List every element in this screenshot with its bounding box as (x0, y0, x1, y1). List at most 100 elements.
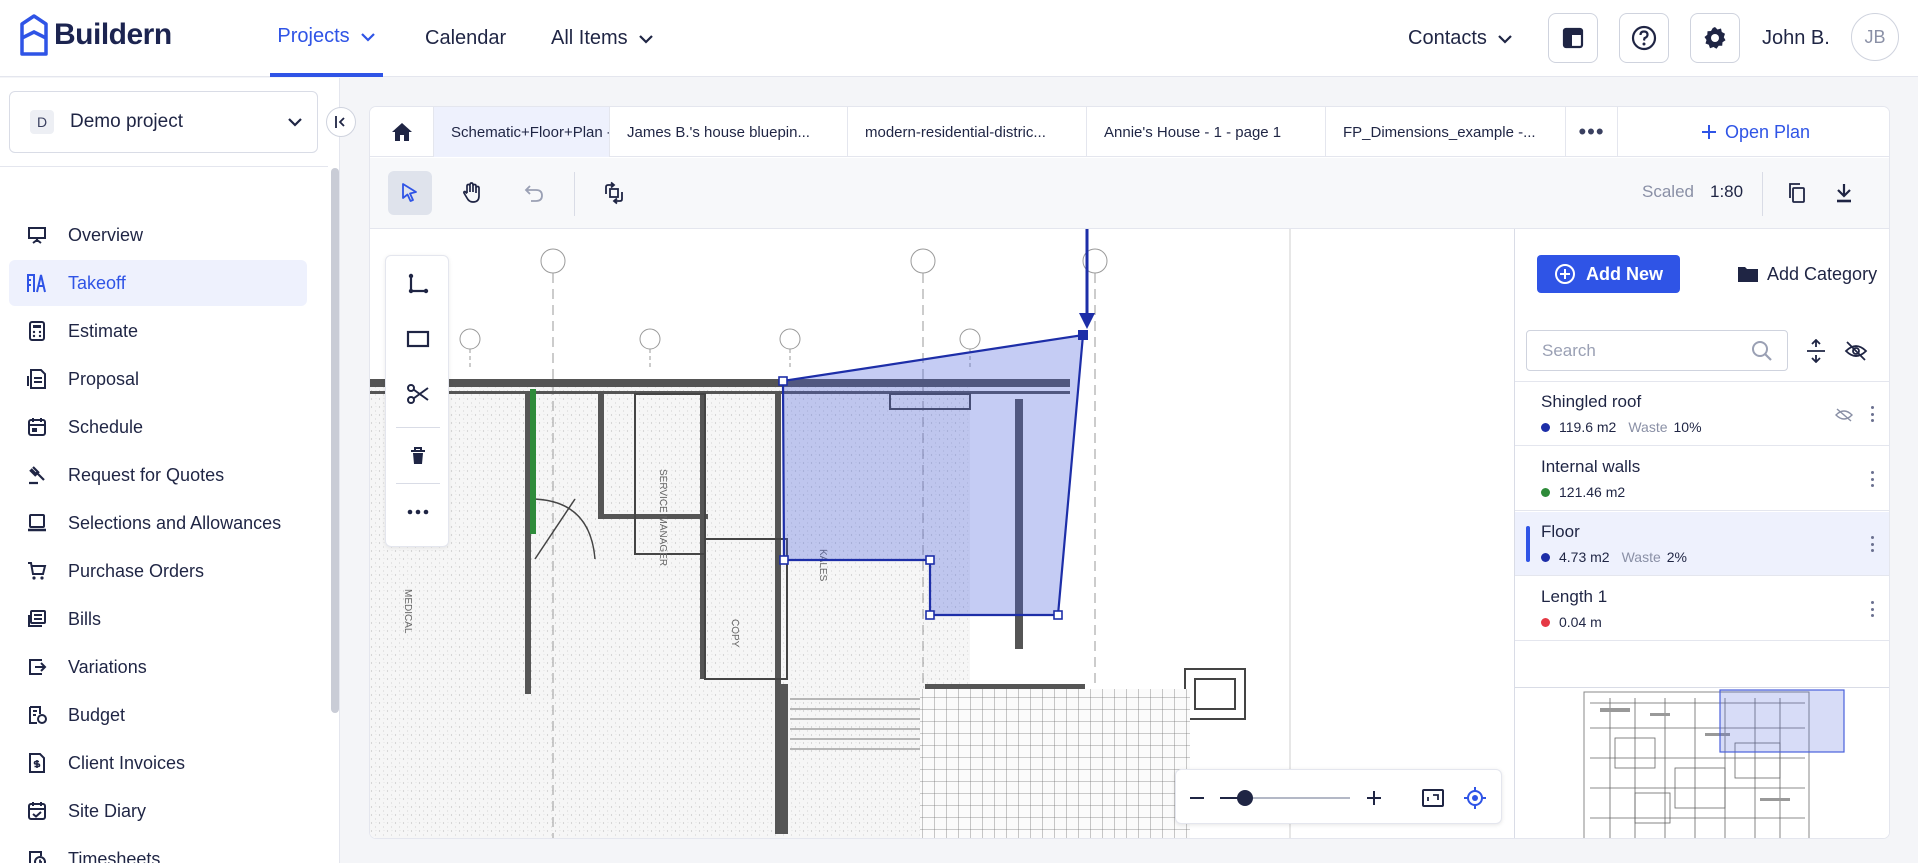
cut-tool[interactable] (396, 372, 440, 416)
top-navigation: Buildern Projects Calendar All Items Con… (0, 0, 1918, 77)
dashboard-button[interactable] (1548, 13, 1598, 63)
delete-tool[interactable] (396, 434, 440, 478)
item-value: 121.46 m2 (1559, 484, 1626, 500)
scaled-label: Scaled (1642, 182, 1694, 201)
sidebar-item-overview[interactable]: Overview (9, 212, 307, 258)
tab-annies-house[interactable]: Annie's House - 1 - page 1 (1087, 107, 1326, 157)
eye-off-icon[interactable] (1835, 408, 1853, 422)
list-item[interactable]: Floor 4.73 m2 Waste 2% (1515, 512, 1889, 576)
floor-plan-drawing[interactable]: SERVICE MANAGER MEDICAL COPY KALES (370, 229, 1514, 838)
nav-contacts[interactable]: Contacts (1408, 0, 1513, 77)
tab-schematic-floor-plan[interactable]: Schematic+Floor+Plan - p... × (434, 107, 610, 157)
sidebar-item-takeoff[interactable]: Takeoff (9, 260, 307, 306)
undo-icon (524, 185, 543, 202)
buildern-logo-icon (20, 14, 48, 56)
area-tool[interactable] (396, 317, 440, 361)
hand-icon (463, 182, 480, 203)
sidebar-item-variations[interactable]: Variations (9, 644, 307, 690)
list-item[interactable]: Shingled roof 119.6 m2 Waste 10% (1515, 382, 1889, 446)
avatar[interactable]: JB (1851, 13, 1899, 61)
collapse-sidebar-button[interactable] (326, 107, 356, 137)
zoom-out-icon[interactable] (1188, 789, 1206, 807)
chevron-down-icon (638, 34, 653, 44)
add-new-button[interactable]: Add New (1537, 255, 1680, 293)
nav-projects[interactable]: Projects (270, 0, 383, 77)
tab-modern-residential[interactable]: modern-residential-distric... (848, 107, 1087, 157)
item-menu-button[interactable] (1865, 599, 1879, 619)
item-menu-button[interactable] (1865, 534, 1879, 554)
more-tools-button[interactable] (396, 490, 440, 534)
open-plan-button[interactable]: Open Plan (1701, 107, 1810, 157)
length-icon (408, 273, 429, 294)
sidebar-item-timesheets[interactable]: Timesheets (9, 836, 307, 863)
plus-circle-icon (1554, 264, 1575, 284)
proposal-icon (26, 368, 48, 390)
search-field[interactable] (1526, 330, 1788, 371)
item-menu-button[interactable] (1865, 404, 1879, 424)
fit-screen-icon[interactable] (1421, 787, 1445, 809)
sidebar-item-client-invoices[interactable]: Client Invoices (9, 740, 307, 786)
download-button[interactable] (1822, 171, 1866, 215)
more-icon: ••• (1578, 119, 1605, 144)
select-tool[interactable] (388, 171, 432, 215)
collapse-left-icon (335, 116, 345, 128)
waste-label: Waste (1628, 419, 1668, 435)
sidebar-item-proposal[interactable]: Proposal (9, 356, 307, 402)
plan-minimap[interactable] (1515, 687, 1889, 838)
cart-icon (26, 560, 48, 582)
sidebar: D Demo project Overview Takeoff Estimate… (0, 78, 340, 863)
tab-fp-dimensions[interactable]: FP_Dimensions_example -... (1326, 107, 1566, 157)
nav-all-items[interactable]: All Items (551, 0, 654, 77)
sidebar-item-label: Schedule (68, 416, 144, 437)
add-category-button[interactable]: Add Category (1737, 255, 1877, 293)
settings-button[interactable] (1690, 13, 1740, 63)
sidebar-item-estimate[interactable]: Estimate (9, 308, 307, 354)
settings-icon (1704, 27, 1726, 49)
sidebar-item-label: Estimate (68, 320, 139, 341)
scale-value[interactable]: 1:80 (1710, 182, 1743, 202)
sidebar-item-selections-and-allowances[interactable]: Selections and Allowances (9, 500, 307, 546)
sidebar-item-purchase-orders[interactable]: Purchase Orders (9, 548, 307, 594)
tab-james-house[interactable]: James B.'s house bluepin... (610, 107, 848, 157)
sidebar-item-budget[interactable]: Budget (9, 692, 307, 738)
list-item[interactable]: Internal walls 121.46 m2 (1515, 447, 1889, 511)
nav-calendar[interactable]: Calendar (425, 0, 506, 77)
pan-tool[interactable] (450, 171, 494, 215)
drawing-tools-panel (385, 255, 449, 547)
dashboard-icon (1562, 27, 1584, 49)
rotate-icon (605, 181, 623, 205)
sidebar-item-bills[interactable]: Bills (9, 596, 307, 642)
help-button[interactable] (1619, 13, 1669, 63)
trash-icon (411, 447, 425, 464)
home-tab[interactable] (370, 107, 434, 157)
search-input[interactable] (1542, 340, 1742, 361)
undo-button[interactable] (512, 171, 556, 215)
sidebar-item-label: Overview (68, 224, 144, 245)
sidebar-item-schedule[interactable]: Schedule (9, 404, 307, 450)
zoom-in-icon[interactable] (1365, 789, 1383, 807)
buildern-logo[interactable]: Buildern (18, 10, 172, 60)
locate-icon[interactable] (1463, 786, 1487, 810)
item-meta: 4.73 m2 Waste 2% (1541, 549, 1687, 565)
item-menu-button[interactable] (1865, 469, 1879, 489)
download-icon (1837, 184, 1851, 203)
expand-collapse-button[interactable] (1802, 337, 1830, 365)
hide-all-button[interactable] (1842, 337, 1870, 365)
zoom-slider[interactable] (1220, 787, 1350, 809)
rotate-button[interactable] (592, 171, 636, 215)
sidebar-item-site-diary[interactable]: Site Diary (9, 788, 307, 834)
minimap-drawing[interactable] (1515, 688, 1889, 838)
project-selector[interactable]: D Demo project (9, 91, 318, 153)
sidebar-scrollbar[interactable] (331, 168, 339, 713)
more-tabs-button[interactable]: ••• (1566, 107, 1618, 157)
list-item[interactable]: Length 1 0.04 m (1515, 577, 1889, 641)
copy-button[interactable] (1775, 171, 1819, 215)
length-tool[interactable] (396, 262, 440, 306)
sidebar-item-request-for-quotes[interactable]: Request for Quotes (9, 452, 307, 498)
item-value: 4.73 m2 (1559, 549, 1610, 565)
cursor-icon (402, 183, 417, 202)
timesheet-icon (26, 848, 48, 863)
sidebar-item-label: Selections and Allowances (68, 512, 282, 533)
folder-icon (1738, 267, 1758, 282)
plan-canvas[interactable]: SERVICE MANAGER MEDICAL COPY KALES (370, 229, 1514, 838)
